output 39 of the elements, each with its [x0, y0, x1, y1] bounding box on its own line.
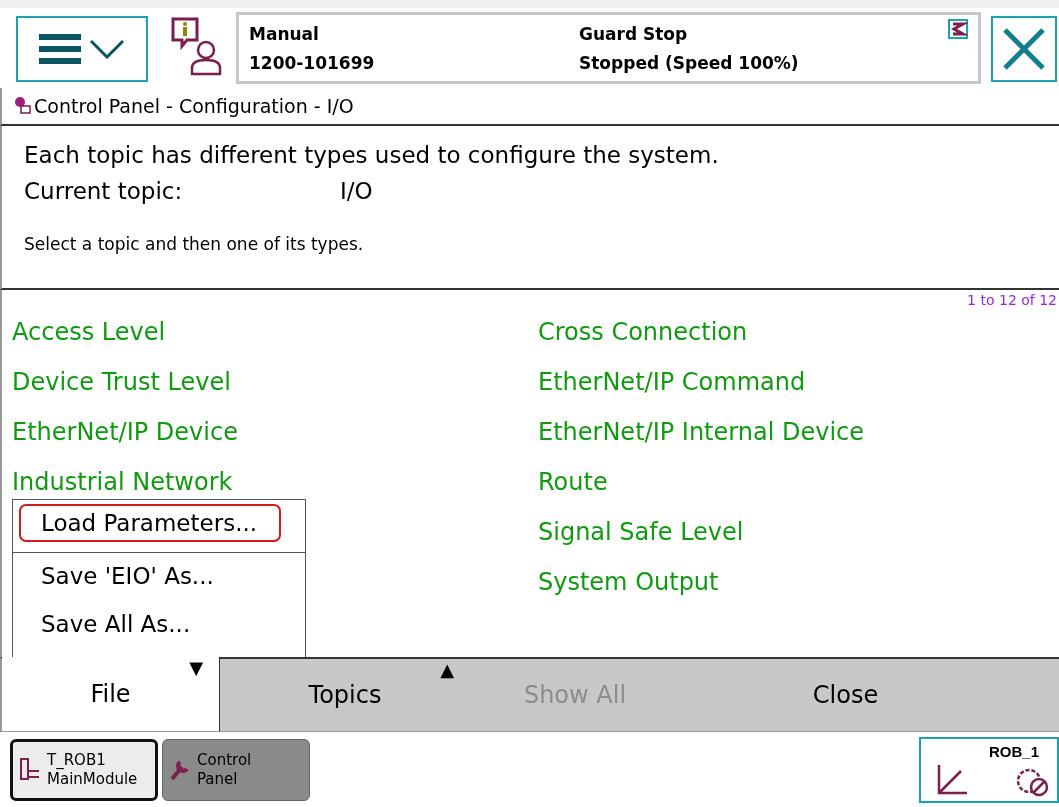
status-panel[interactable]: Manual Guard Stop 1200-101699 Stopped (Speed 100%) — [236, 12, 981, 84]
command-button[interactable]: File ▼ — [2, 657, 220, 731]
operating-mode: Manual — [249, 23, 320, 44]
axes-icon — [935, 762, 969, 797]
type-link[interactable]: EtherNet/IP Command — [538, 364, 1059, 414]
type-link[interactable]: EtherNet/IP Internal Device — [538, 414, 1059, 464]
instruction-text: Select a topic and then one of its types. — [24, 234, 365, 254]
chevron-down-icon — [89, 39, 125, 59]
mechanical-unit-button[interactable]: ROB_1 — [919, 736, 1059, 803]
program-state: Stopped (Speed 100%) — [579, 52, 800, 73]
safety-state: Guard Stop — [579, 23, 689, 44]
type-link[interactable]: System Output — [538, 564, 1059, 614]
current-topic-label: Current topic: — [24, 178, 184, 204]
controller-name: 1200-101699 — [249, 52, 376, 73]
info-person-icon[interactable] — [170, 16, 222, 76]
current-topic-value: I/O — [340, 178, 373, 204]
item-counter: 1 to 12 of 12 — [967, 292, 1057, 308]
menu-item[interactable]: Save 'EIO' As... — [19, 557, 281, 595]
taskbar-button[interactable]: Control Panel — [162, 738, 310, 801]
status-icon — [948, 19, 968, 39]
control-panel-icon — [14, 96, 32, 116]
menu-item[interactable]: Load Parameters... — [19, 504, 281, 542]
taskbar-button[interactable]: T_ROB1 MainModule — [10, 738, 158, 801]
caret-icon: ▲ — [440, 661, 454, 679]
type-link[interactable]: Cross Connection — [538, 314, 1059, 364]
type-link[interactable]: Route — [538, 464, 1059, 514]
menu-icon — [39, 34, 81, 64]
close-button[interactable] — [991, 16, 1057, 82]
close-icon — [1002, 27, 1046, 71]
type-link[interactable]: EtherNet/IP Device — [12, 414, 538, 464]
module-icon — [19, 756, 41, 783]
type-link[interactable]: Access Level — [12, 314, 538, 364]
breadcrumb-title: Control Panel - Configuration - I/O — [34, 95, 354, 117]
description-text: Each topic has different types used to configure the system. — [24, 142, 720, 168]
main-menu-button[interactable] — [16, 16, 148, 82]
menu-item[interactable]: Save All As... — [19, 605, 281, 643]
type-link[interactable]: Device Trust Level — [12, 364, 538, 414]
caret-icon: ▼ — [189, 659, 203, 677]
type-link[interactable]: Signal Safe Level — [538, 514, 1059, 564]
